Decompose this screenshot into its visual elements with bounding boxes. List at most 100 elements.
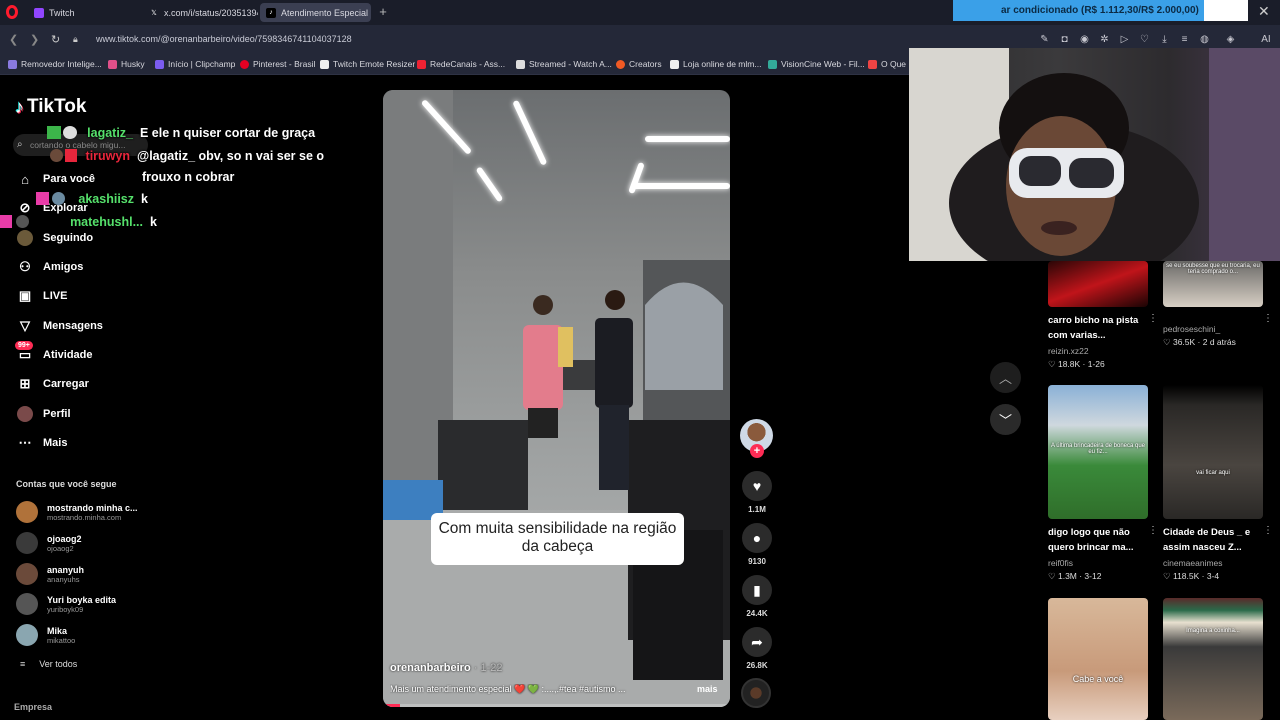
chat-username[interactable]: tiruwyn [85, 149, 130, 163]
more-options-icon[interactable]: ⋮ [1263, 313, 1273, 324]
video-title[interactable]: carro bicho na pista com varias... [1048, 313, 1148, 343]
nav-seguindo[interactable]: Seguindo [17, 228, 93, 248]
tiktok-logo[interactable]: ♪ TikTok [15, 96, 86, 118]
nav-para-voce[interactable]: ⌂ Para você [17, 169, 95, 189]
bookmark[interactable]: RedeCanais - Ass... [417, 59, 505, 69]
video-stats: ♡ 36.5K · 2 d atrás [1163, 337, 1236, 347]
followed-account[interactable]: mostrando minha c... mostrando.minha.com [16, 499, 146, 525]
recommended-video[interactable]: carro bicho na pista com varias... ⋮ rei… [1048, 261, 1158, 370]
video-thumbnail[interactable]: Imagina a coxinha... [1163, 598, 1263, 720]
next-video-button[interactable]: ﹀ [990, 404, 1021, 435]
close-icon[interactable]: ✕ [1258, 3, 1270, 20]
recommended-video[interactable]: Cabe a você [1048, 598, 1148, 720]
more-options-icon[interactable]: ⋮ [1148, 313, 1158, 324]
followed-account[interactable]: ananyuh ananyuhs [16, 561, 146, 587]
heart-icon[interactable]: ♥ [742, 471, 772, 501]
video-progress-bar[interactable] [383, 704, 730, 707]
more-button[interactable]: mais [697, 684, 718, 694]
edit-icon[interactable]: ✎ [1039, 34, 1050, 45]
bookmark[interactable]: Husky [108, 59, 145, 69]
reload-icon[interactable]: ↻ [51, 33, 60, 46]
bookmark[interactable]: Creators [616, 59, 662, 69]
chat-username[interactable]: akashiisz [74, 192, 134, 206]
bookmark[interactable]: Início | Clipchamp [155, 59, 235, 69]
video-author[interactable]: cinemaeanimes [1163, 558, 1263, 568]
bookmark[interactable]: Removedor Intelige... [8, 59, 102, 69]
heart-icon[interactable]: ♡ [1139, 34, 1150, 45]
tab-tiktok[interactable]: ♪ Atendimento Especial [260, 3, 371, 22]
followed-account[interactable]: Yuri boyka edita yuriboyk09 [16, 591, 146, 617]
back-icon[interactable]: ❮ [9, 33, 18, 46]
bookmark-label: Creators [629, 59, 662, 69]
bookmark[interactable]: Twitch Emote Resizer [320, 59, 415, 69]
tab-label: Atendimento Especial [281, 7, 369, 18]
share-action[interactable]: ➦ 26.8K [741, 627, 773, 670]
comment-action[interactable]: ● 9130 [741, 523, 773, 566]
video-thumbnail[interactable]: A última brincadeira de boneca que eu fi… [1048, 385, 1148, 519]
company-link[interactable]: Empresa [14, 702, 52, 712]
music-disc-icon[interactable] [741, 678, 771, 708]
see-all-link[interactable]: ≡ Ver todos [20, 659, 77, 669]
bookmark[interactable]: O Que [868, 59, 906, 69]
more-options-icon[interactable]: ⋮ [1148, 525, 1158, 536]
previous-video-button[interactable]: ︿ [990, 362, 1021, 393]
tiktok-icon: ♪ [266, 7, 276, 18]
more-options-icon[interactable]: ⋮ [1263, 525, 1273, 536]
download-icon[interactable]: ⤓ [1159, 34, 1170, 45]
followed-account[interactable]: ojoaog2 ojoaog2 [16, 530, 146, 556]
tab-x[interactable]: 𝕏 x.com/i/status/203513940 [143, 3, 258, 22]
video-author[interactable]: reif0fis [1048, 558, 1148, 568]
url-field[interactable]: www.tiktok.com/@orenanbarbeiro/video/759… [96, 34, 352, 44]
play-icon[interactable]: ▷ [1119, 34, 1130, 45]
eye-icon[interactable]: ◉ [1079, 34, 1090, 45]
author-handle[interactable]: orenanbarbeiro [390, 662, 471, 674]
video-thumbnail[interactable]: vai ficar aqui [1163, 385, 1263, 519]
nav-atividade[interactable]: ▭ 99+ Atividade [15, 341, 93, 365]
video-author[interactable]: orenanbarbeiro · 1-22 [390, 662, 503, 674]
nav-mais[interactable]: ⋯ Mais [17, 433, 68, 453]
extension-icon[interactable]: ✲ [1099, 34, 1110, 45]
video-title[interactable]: Cidade de Deus _ e assim nasceu Z... [1163, 525, 1263, 555]
comment-icon[interactable]: ● [742, 523, 772, 553]
video-title[interactable]: digo logo que não quero brincar ma... [1048, 525, 1148, 555]
video-thumbnail[interactable] [1048, 261, 1148, 307]
video-author[interactable]: pedroseschini_ [1163, 324, 1263, 334]
nav-perfil[interactable]: Perfil [17, 404, 71, 424]
video-player[interactable]: Com muita sensibilidade na região da cab… [383, 90, 730, 707]
followed-account[interactable]: Mika mikattoo [16, 622, 146, 648]
recommended-video[interactable]: Imagina a coxinha... [1163, 598, 1263, 720]
menu-icon[interactable]: ≡ [1179, 34, 1190, 45]
bookmark[interactable]: Loja online de mlm... [670, 59, 761, 69]
like-action[interactable]: ♥ 1.1M [741, 471, 773, 514]
bookmark[interactable]: Streamed - Watch A... [516, 59, 612, 69]
cube-icon[interactable]: ◈ [1225, 34, 1236, 45]
tab-twitch[interactable]: Twitch [28, 3, 143, 22]
chat-username[interactable]: matehushl... [47, 215, 143, 229]
bookmark[interactable]: Pinterest - Brasil [240, 59, 315, 69]
live-icon: ▣ [18, 288, 32, 303]
save-count: 24.4K [746, 609, 768, 618]
nav-mensagens[interactable]: ▽ Mensagens [17, 316, 103, 336]
save-action[interactable]: ▮ 24.4K [741, 575, 773, 618]
recommended-video[interactable]: vai ficar aqui Cidade de Deus _ e assim … [1163, 385, 1273, 582]
video-thumbnail[interactable]: Cabe a você [1048, 598, 1148, 720]
bookmark-icon[interactable]: ▮ [742, 575, 772, 605]
video-author[interactable]: reizin.xz22 [1048, 346, 1148, 356]
ai-button[interactable]: AI [1256, 34, 1276, 45]
recommended-video[interactable]: A última brincadeira de boneca que eu fi… [1048, 385, 1158, 582]
account-icon[interactable]: ◍ [1199, 34, 1210, 45]
nav-live[interactable]: ▣ LIVE [17, 286, 68, 306]
nav-amigos[interactable]: ⚇ Amigos [17, 257, 83, 277]
nav-carregar[interactable]: ⊞ Carregar [17, 374, 89, 394]
chat-username[interactable]: lagatiz_ [83, 126, 133, 140]
follow-button[interactable]: + [750, 444, 764, 458]
opera-logo-icon[interactable] [6, 5, 18, 19]
bookmark[interactable]: VisionCine Web - Fil... [768, 59, 865, 69]
video-thumbnail[interactable]: se eu soubesse que eu trocaria, eu teria… [1163, 261, 1263, 307]
share-icon[interactable]: ➦ [742, 627, 772, 657]
camera-icon[interactable]: ◘ [1059, 34, 1070, 45]
recommended-video[interactable]: se eu soubesse que eu trocaria, eu teria… [1163, 261, 1273, 348]
chat-message: frouxo n cobrar [142, 170, 234, 184]
new-tab-button[interactable]: + [376, 5, 390, 19]
forward-icon[interactable]: ❯ [30, 33, 39, 46]
